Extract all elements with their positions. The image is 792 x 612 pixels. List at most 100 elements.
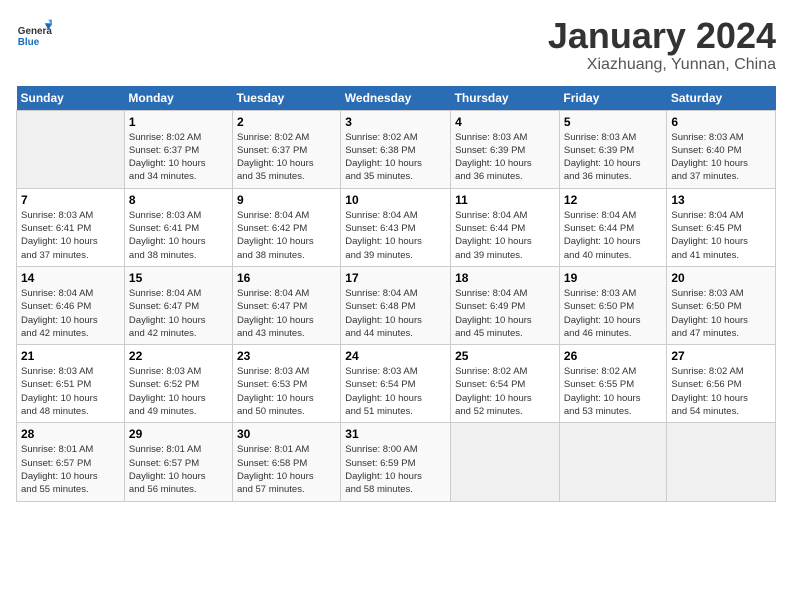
day-number: 25 — [455, 349, 555, 363]
day-info: Sunrise: 8:04 AM Sunset: 6:47 PM Dayligh… — [237, 287, 336, 340]
day-number: 14 — [21, 271, 120, 285]
day-number: 17 — [345, 271, 446, 285]
day-info: Sunrise: 8:02 AM Sunset: 6:37 PM Dayligh… — [129, 131, 228, 184]
day-info: Sunrise: 8:03 AM Sunset: 6:51 PM Dayligh… — [21, 365, 120, 418]
day-number: 23 — [237, 349, 336, 363]
calendar-cell — [17, 110, 125, 188]
calendar-cell — [667, 423, 776, 501]
day-info: Sunrise: 8:00 AM Sunset: 6:59 PM Dayligh… — [345, 443, 446, 496]
day-info: Sunrise: 8:04 AM Sunset: 6:46 PM Dayligh… — [21, 287, 120, 340]
calendar-cell: 30 Sunrise: 8:01 AM Sunset: 6:58 PM Dayli… — [233, 423, 341, 501]
calendar-cell: 16Sunrise: 8:04 AM Sunset: 6:47 PM Dayli… — [233, 266, 341, 344]
main-title: January 2024 — [548, 16, 776, 56]
column-header-saturday: Saturday — [667, 86, 776, 111]
calendar-cell: 8 Sunrise: 8:03 AM Sunset: 6:41 PM Daylig… — [124, 188, 232, 266]
day-info: Sunrise: 8:04 AM Sunset: 6:43 PM Dayligh… — [345, 209, 446, 262]
week-row-5: 28 Sunrise: 8:01 AM Sunset: 6:57 PM Dayli… — [17, 423, 776, 501]
day-info: Sunrise: 8:03 AM Sunset: 6:40 PM Dayligh… — [671, 131, 771, 184]
week-row-4: 21Sunrise: 8:03 AM Sunset: 6:51 PM Dayli… — [17, 345, 776, 423]
day-number: 20 — [671, 271, 771, 285]
day-info: Sunrise: 8:03 AM Sunset: 6:50 PM Dayligh… — [671, 287, 771, 340]
day-number: 29 — [129, 427, 228, 441]
day-number: 19 — [564, 271, 662, 285]
calendar-cell: 26 Sunrise: 8:02 AM Sunset: 6:55 PM Dayli… — [559, 345, 666, 423]
svg-text:General: General — [18, 26, 52, 37]
column-header-monday: Monday — [124, 86, 232, 111]
day-info: Sunrise: 8:03 AM Sunset: 6:53 PM Dayligh… — [237, 365, 336, 418]
column-header-tuesday: Tuesday — [233, 86, 341, 111]
day-info: Sunrise: 8:01 AM Sunset: 6:57 PM Dayligh… — [21, 443, 120, 496]
calendar-cell: 14 Sunrise: 8:04 AM Sunset: 6:46 PM Dayli… — [17, 266, 125, 344]
week-row-3: 14 Sunrise: 8:04 AM Sunset: 6:46 PM Dayli… — [17, 266, 776, 344]
calendar-cell: 9 Sunrise: 8:04 AM Sunset: 6:42 PM Daylig… — [233, 188, 341, 266]
column-header-friday: Friday — [559, 86, 666, 111]
header-row: SundayMondayTuesdayWednesdayThursdayFrid… — [17, 86, 776, 111]
day-number: 11 — [455, 193, 555, 207]
column-header-sunday: Sunday — [17, 86, 125, 111]
day-number: 10 — [345, 193, 446, 207]
day-number: 27 — [671, 349, 771, 363]
calendar-cell: 28 Sunrise: 8:01 AM Sunset: 6:57 PM Dayli… — [17, 423, 125, 501]
day-info: Sunrise: 8:04 AM Sunset: 6:47 PM Dayligh… — [129, 287, 228, 340]
column-header-thursday: Thursday — [451, 86, 560, 111]
day-info: Sunrise: 8:04 AM Sunset: 6:42 PM Dayligh… — [237, 209, 336, 262]
day-info: Sunrise: 8:02 AM Sunset: 6:55 PM Dayligh… — [564, 365, 662, 418]
day-info: Sunrise: 8:03 AM Sunset: 6:41 PM Dayligh… — [129, 209, 228, 262]
calendar-cell: 27 Sunrise: 8:02 AM Sunset: 6:56 PM Dayli… — [667, 345, 776, 423]
day-number: 22 — [129, 349, 228, 363]
column-header-wednesday: Wednesday — [341, 86, 451, 111]
day-number: 7 — [21, 193, 120, 207]
day-number: 3 — [345, 115, 446, 129]
calendar-cell: 1 Sunrise: 8:02 AM Sunset: 6:37 PM Daylig… — [124, 110, 232, 188]
calendar-cell: 23 Sunrise: 8:03 AM Sunset: 6:53 PM Dayli… — [233, 345, 341, 423]
day-number: 30 — [237, 427, 336, 441]
calendar-table: SundayMondayTuesdayWednesdayThursdayFrid… — [16, 86, 776, 502]
day-info: Sunrise: 8:01 AM Sunset: 6:58 PM Dayligh… — [237, 443, 336, 496]
day-number: 1 — [129, 115, 228, 129]
page: General Blue January 2024 Xiazhuang, Yun… — [0, 0, 792, 612]
calendar-cell: 7 Sunrise: 8:03 AM Sunset: 6:41 PM Daylig… — [17, 188, 125, 266]
logo: General Blue — [16, 16, 52, 52]
day-info: Sunrise: 8:04 AM Sunset: 6:44 PM Dayligh… — [455, 209, 555, 262]
day-info: Sunrise: 8:03 AM Sunset: 6:41 PM Dayligh… — [21, 209, 120, 262]
day-number: 28 — [21, 427, 120, 441]
calendar-cell: 25 Sunrise: 8:02 AM Sunset: 6:54 PM Dayli… — [451, 345, 560, 423]
calendar-cell: 2 Sunrise: 8:02 AM Sunset: 6:37 PM Daylig… — [233, 110, 341, 188]
day-number: 5 — [564, 115, 662, 129]
title-area: January 2024 Xiazhuang, Yunnan, China — [548, 16, 776, 74]
calendar-cell: 10 Sunrise: 8:04 AM Sunset: 6:43 PM Dayli… — [341, 188, 451, 266]
day-info: Sunrise: 8:04 AM Sunset: 6:48 PM Dayligh… — [345, 287, 446, 340]
day-info: Sunrise: 8:02 AM Sunset: 6:56 PM Dayligh… — [671, 365, 771, 418]
day-number: 31 — [345, 427, 446, 441]
day-info: Sunrise: 8:02 AM Sunset: 6:37 PM Dayligh… — [237, 131, 336, 184]
day-number: 9 — [237, 193, 336, 207]
calendar-cell: 6 Sunrise: 8:03 AM Sunset: 6:40 PM Daylig… — [667, 110, 776, 188]
svg-text:Blue: Blue — [18, 37, 40, 48]
calendar-cell: 21Sunrise: 8:03 AM Sunset: 6:51 PM Dayli… — [17, 345, 125, 423]
calendar-cell: 24Sunrise: 8:03 AM Sunset: 6:54 PM Dayli… — [341, 345, 451, 423]
day-number: 6 — [671, 115, 771, 129]
week-row-1: 1 Sunrise: 8:02 AM Sunset: 6:37 PM Daylig… — [17, 110, 776, 188]
day-number: 8 — [129, 193, 228, 207]
calendar-cell: 22 Sunrise: 8:03 AM Sunset: 6:52 PM Dayli… — [124, 345, 232, 423]
day-info: Sunrise: 8:03 AM Sunset: 6:52 PM Dayligh… — [129, 365, 228, 418]
calendar-cell: 18Sunrise: 8:04 AM Sunset: 6:49 PM Dayli… — [451, 266, 560, 344]
day-number: 15 — [129, 271, 228, 285]
day-info: Sunrise: 8:03 AM Sunset: 6:50 PM Dayligh… — [564, 287, 662, 340]
day-info: Sunrise: 8:02 AM Sunset: 6:38 PM Dayligh… — [345, 131, 446, 184]
day-number: 26 — [564, 349, 662, 363]
day-number: 4 — [455, 115, 555, 129]
calendar-cell — [451, 423, 560, 501]
day-info: Sunrise: 8:04 AM Sunset: 6:44 PM Dayligh… — [564, 209, 662, 262]
calendar-cell: 29Sunrise: 8:01 AM Sunset: 6:57 PM Dayli… — [124, 423, 232, 501]
logo-icon: General Blue — [16, 16, 52, 52]
calendar-cell: 11 Sunrise: 8:04 AM Sunset: 6:44 PM Dayli… — [451, 188, 560, 266]
day-number: 2 — [237, 115, 336, 129]
calendar-cell: 31 Sunrise: 8:00 AM Sunset: 6:59 PM Dayli… — [341, 423, 451, 501]
day-info: Sunrise: 8:03 AM Sunset: 6:39 PM Dayligh… — [564, 131, 662, 184]
calendar-cell: 15 Sunrise: 8:04 AM Sunset: 6:47 PM Dayli… — [124, 266, 232, 344]
day-info: Sunrise: 8:03 AM Sunset: 6:39 PM Dayligh… — [455, 131, 555, 184]
day-info: Sunrise: 8:02 AM Sunset: 6:54 PM Dayligh… — [455, 365, 555, 418]
day-number: 13 — [671, 193, 771, 207]
day-info: Sunrise: 8:03 AM Sunset: 6:54 PM Dayligh… — [345, 365, 446, 418]
